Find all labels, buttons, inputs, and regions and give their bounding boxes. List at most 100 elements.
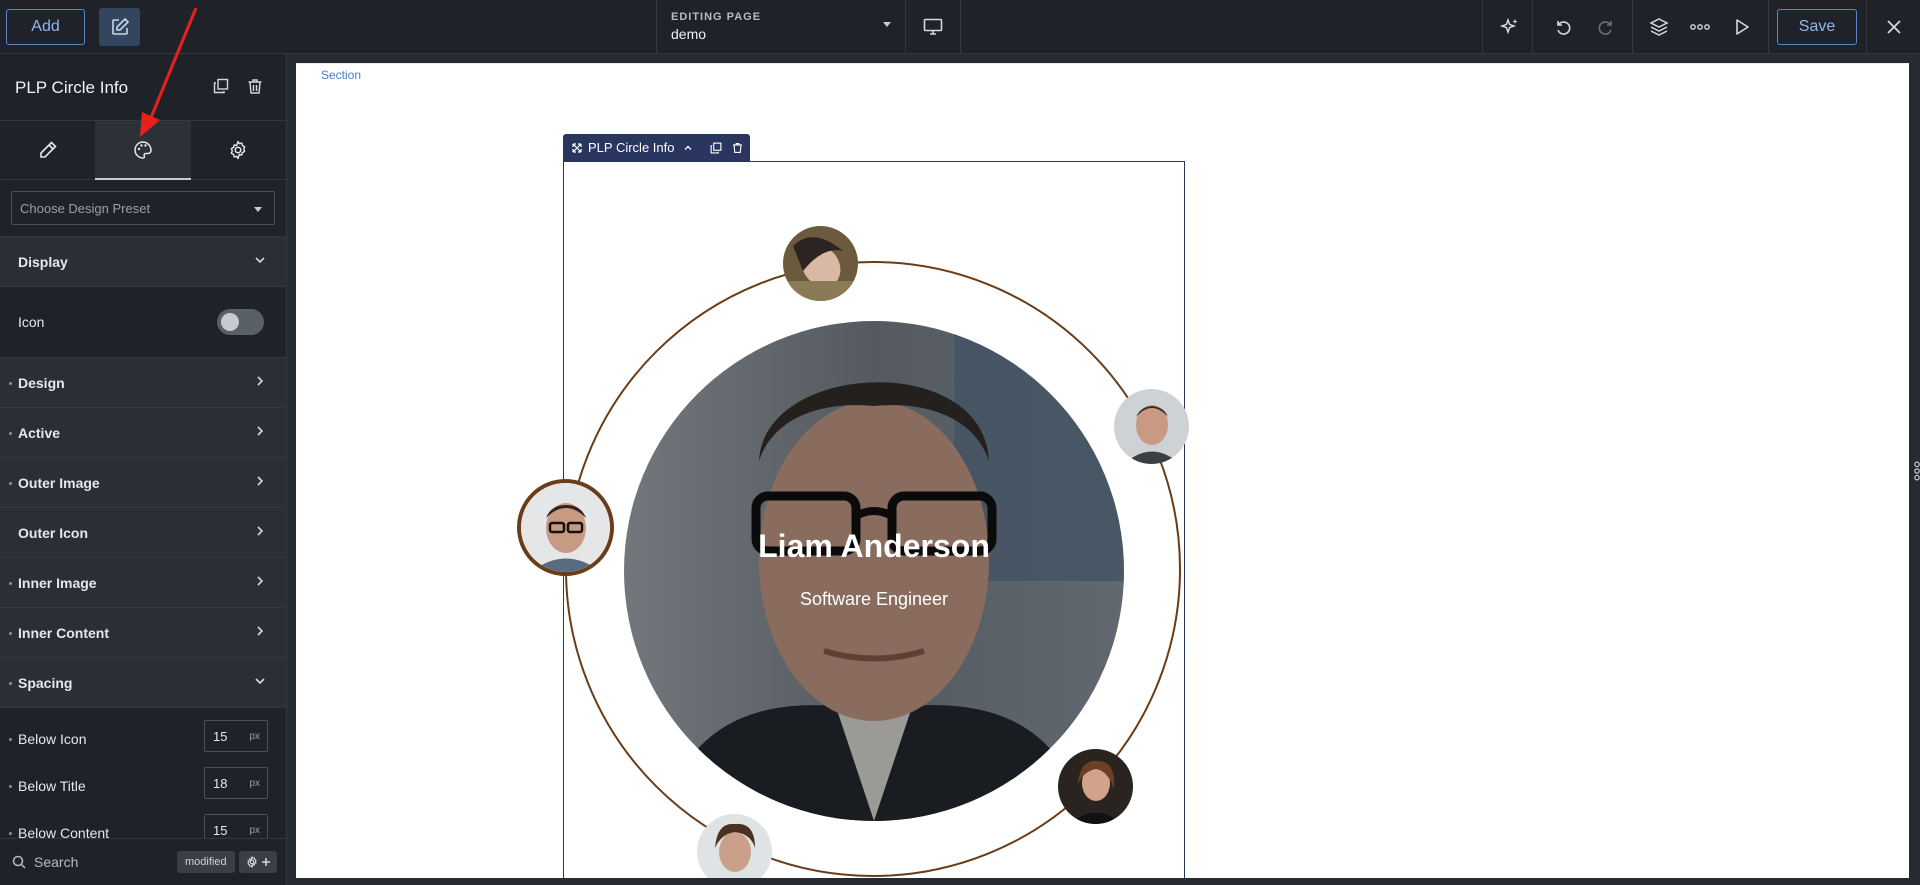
modified-dot xyxy=(9,482,12,485)
avatar-man-glasses-image xyxy=(521,483,610,572)
portrait-image xyxy=(624,321,1124,821)
canvas-area: Section PLP Circle Info Liam Anderson So… xyxy=(287,54,1920,885)
below-title-value: 18 xyxy=(213,776,228,791)
plus-icon xyxy=(261,858,270,866)
sidebar-search[interactable]: Search xyxy=(12,854,78,870)
desktop-icon xyxy=(923,18,943,35)
undo-icon xyxy=(1557,21,1571,35)
section-inner-content[interactable]: Inner Content xyxy=(0,607,286,657)
element-title: PLP Circle Info xyxy=(15,78,129,97)
below-title-row: Below Title 18 px xyxy=(0,764,286,811)
section-design[interactable]: Design xyxy=(0,357,286,407)
section-active[interactable]: Active xyxy=(0,407,286,457)
outer-image-1[interactable] xyxy=(783,226,858,301)
ai-assistant-button[interactable] xyxy=(1490,0,1530,54)
icon-toggle[interactable] xyxy=(217,309,264,335)
design-preset-placeholder: Choose Design Preset xyxy=(20,201,151,216)
sidebar-footer: Search modified xyxy=(0,838,286,885)
design-preset-select[interactable]: Choose Design Preset xyxy=(11,191,275,225)
section-inner-image[interactable]: Inner Image xyxy=(0,557,286,607)
center-portrait[interactable]: Liam Anderson Software Engineer xyxy=(624,321,1124,821)
outer-image-active[interactable] xyxy=(517,479,614,576)
settings-add-button[interactable] xyxy=(239,851,277,873)
section-active-label: Active xyxy=(18,425,61,441)
close-editor-button[interactable] xyxy=(1874,0,1914,54)
chevron-right-icon xyxy=(257,426,264,436)
chevron-up-icon[interactable] xyxy=(683,143,693,153)
avatar-woman-dark-image xyxy=(1058,749,1133,824)
below-content-unit: px xyxy=(249,825,260,836)
editing-page-selector[interactable]: EDITING PAGE demo xyxy=(656,0,906,54)
undo-button[interactable] xyxy=(1543,0,1583,54)
add-button[interactable]: Add xyxy=(6,9,85,45)
toolbar-divider xyxy=(1532,0,1533,54)
palette-icon xyxy=(134,141,152,159)
duplicate-element-button[interactable] xyxy=(209,74,233,98)
section-inner-content-label: Inner Content xyxy=(18,625,109,641)
section-spacing-label: Spacing xyxy=(18,675,73,691)
save-button[interactable]: Save xyxy=(1777,9,1857,45)
modified-dot xyxy=(9,682,12,685)
sidebar-tabs xyxy=(0,121,286,180)
settings-sidebar: PLP Circle Info Choose Design Preset Dis… xyxy=(0,54,287,885)
below-title-input[interactable]: 18 px xyxy=(204,767,268,799)
preview-button[interactable] xyxy=(1722,0,1762,54)
toolbar-divider xyxy=(1866,0,1867,54)
below-content-value: 15 xyxy=(213,823,228,838)
toolbar-divider xyxy=(1482,0,1483,54)
redo-icon xyxy=(1598,21,1612,35)
resize-handle-icon[interactable] xyxy=(1913,461,1920,481)
person-role: Software Engineer xyxy=(799,589,949,609)
toolbar-divider xyxy=(1632,0,1633,54)
chevron-down-icon xyxy=(254,207,262,212)
section-outer-image[interactable]: Outer Image xyxy=(0,457,286,507)
chevron-right-icon xyxy=(257,626,264,636)
section-label[interactable]: Section xyxy=(321,68,361,82)
layers-icon xyxy=(1649,18,1669,36)
section-outer-icon[interactable]: Outer Icon xyxy=(0,507,286,557)
trash-icon[interactable] xyxy=(732,142,743,154)
edit-button[interactable] xyxy=(99,8,140,46)
desktop-view-button[interactable] xyxy=(906,0,961,54)
tab-advanced[interactable] xyxy=(191,121,286,179)
below-icon-label: Below Icon xyxy=(18,731,87,747)
tab-content[interactable] xyxy=(0,121,95,179)
move-icon[interactable] xyxy=(572,142,582,153)
delete-element-button[interactable] xyxy=(243,74,267,98)
avatar-woman-image xyxy=(783,226,858,301)
person-name: Liam Anderson xyxy=(758,528,990,564)
section-display-label: Display xyxy=(18,254,68,270)
below-icon-input[interactable]: 15 px xyxy=(204,720,268,752)
redo-button[interactable] xyxy=(1586,0,1626,54)
below-title-label: Below Title xyxy=(18,778,86,794)
layers-button[interactable] xyxy=(1639,0,1679,54)
modified-dot xyxy=(9,582,12,585)
section-inner-image-label: Inner Image xyxy=(18,575,97,591)
tab-style[interactable] xyxy=(95,121,191,180)
page-canvas: Section PLP Circle Info Liam Anderson So… xyxy=(296,63,1909,878)
chevron-right-icon xyxy=(257,376,264,386)
section-outer-image-label: Outer Image xyxy=(18,475,100,491)
more-horizontal-icon xyxy=(1690,24,1710,30)
avatar-man-image xyxy=(1114,389,1189,464)
edit-icon xyxy=(111,17,129,35)
outer-image-2[interactable] xyxy=(1114,389,1189,464)
below-title-unit: px xyxy=(249,778,260,789)
widget-toolbar[interactable]: PLP Circle Info xyxy=(563,134,750,161)
search-icon xyxy=(12,855,26,869)
section-spacing[interactable]: Spacing xyxy=(0,657,286,707)
toolbar-divider xyxy=(1768,0,1769,54)
more-options-button[interactable] xyxy=(1680,0,1720,54)
sparkle-icon xyxy=(1500,17,1518,35)
chevron-right-icon xyxy=(257,526,264,536)
modified-filter-badge[interactable]: modified xyxy=(177,851,235,873)
duplicate-icon[interactable] xyxy=(710,142,722,154)
section-display[interactable]: Display xyxy=(0,236,286,286)
play-icon xyxy=(1736,19,1749,35)
editing-page-label: EDITING PAGE xyxy=(671,11,762,23)
chevron-right-icon xyxy=(257,476,264,486)
outer-image-3[interactable] xyxy=(1058,749,1133,824)
section-outer-icon-label: Outer Icon xyxy=(18,525,89,541)
modified-dot xyxy=(9,632,12,635)
chevron-down-icon xyxy=(255,678,265,685)
